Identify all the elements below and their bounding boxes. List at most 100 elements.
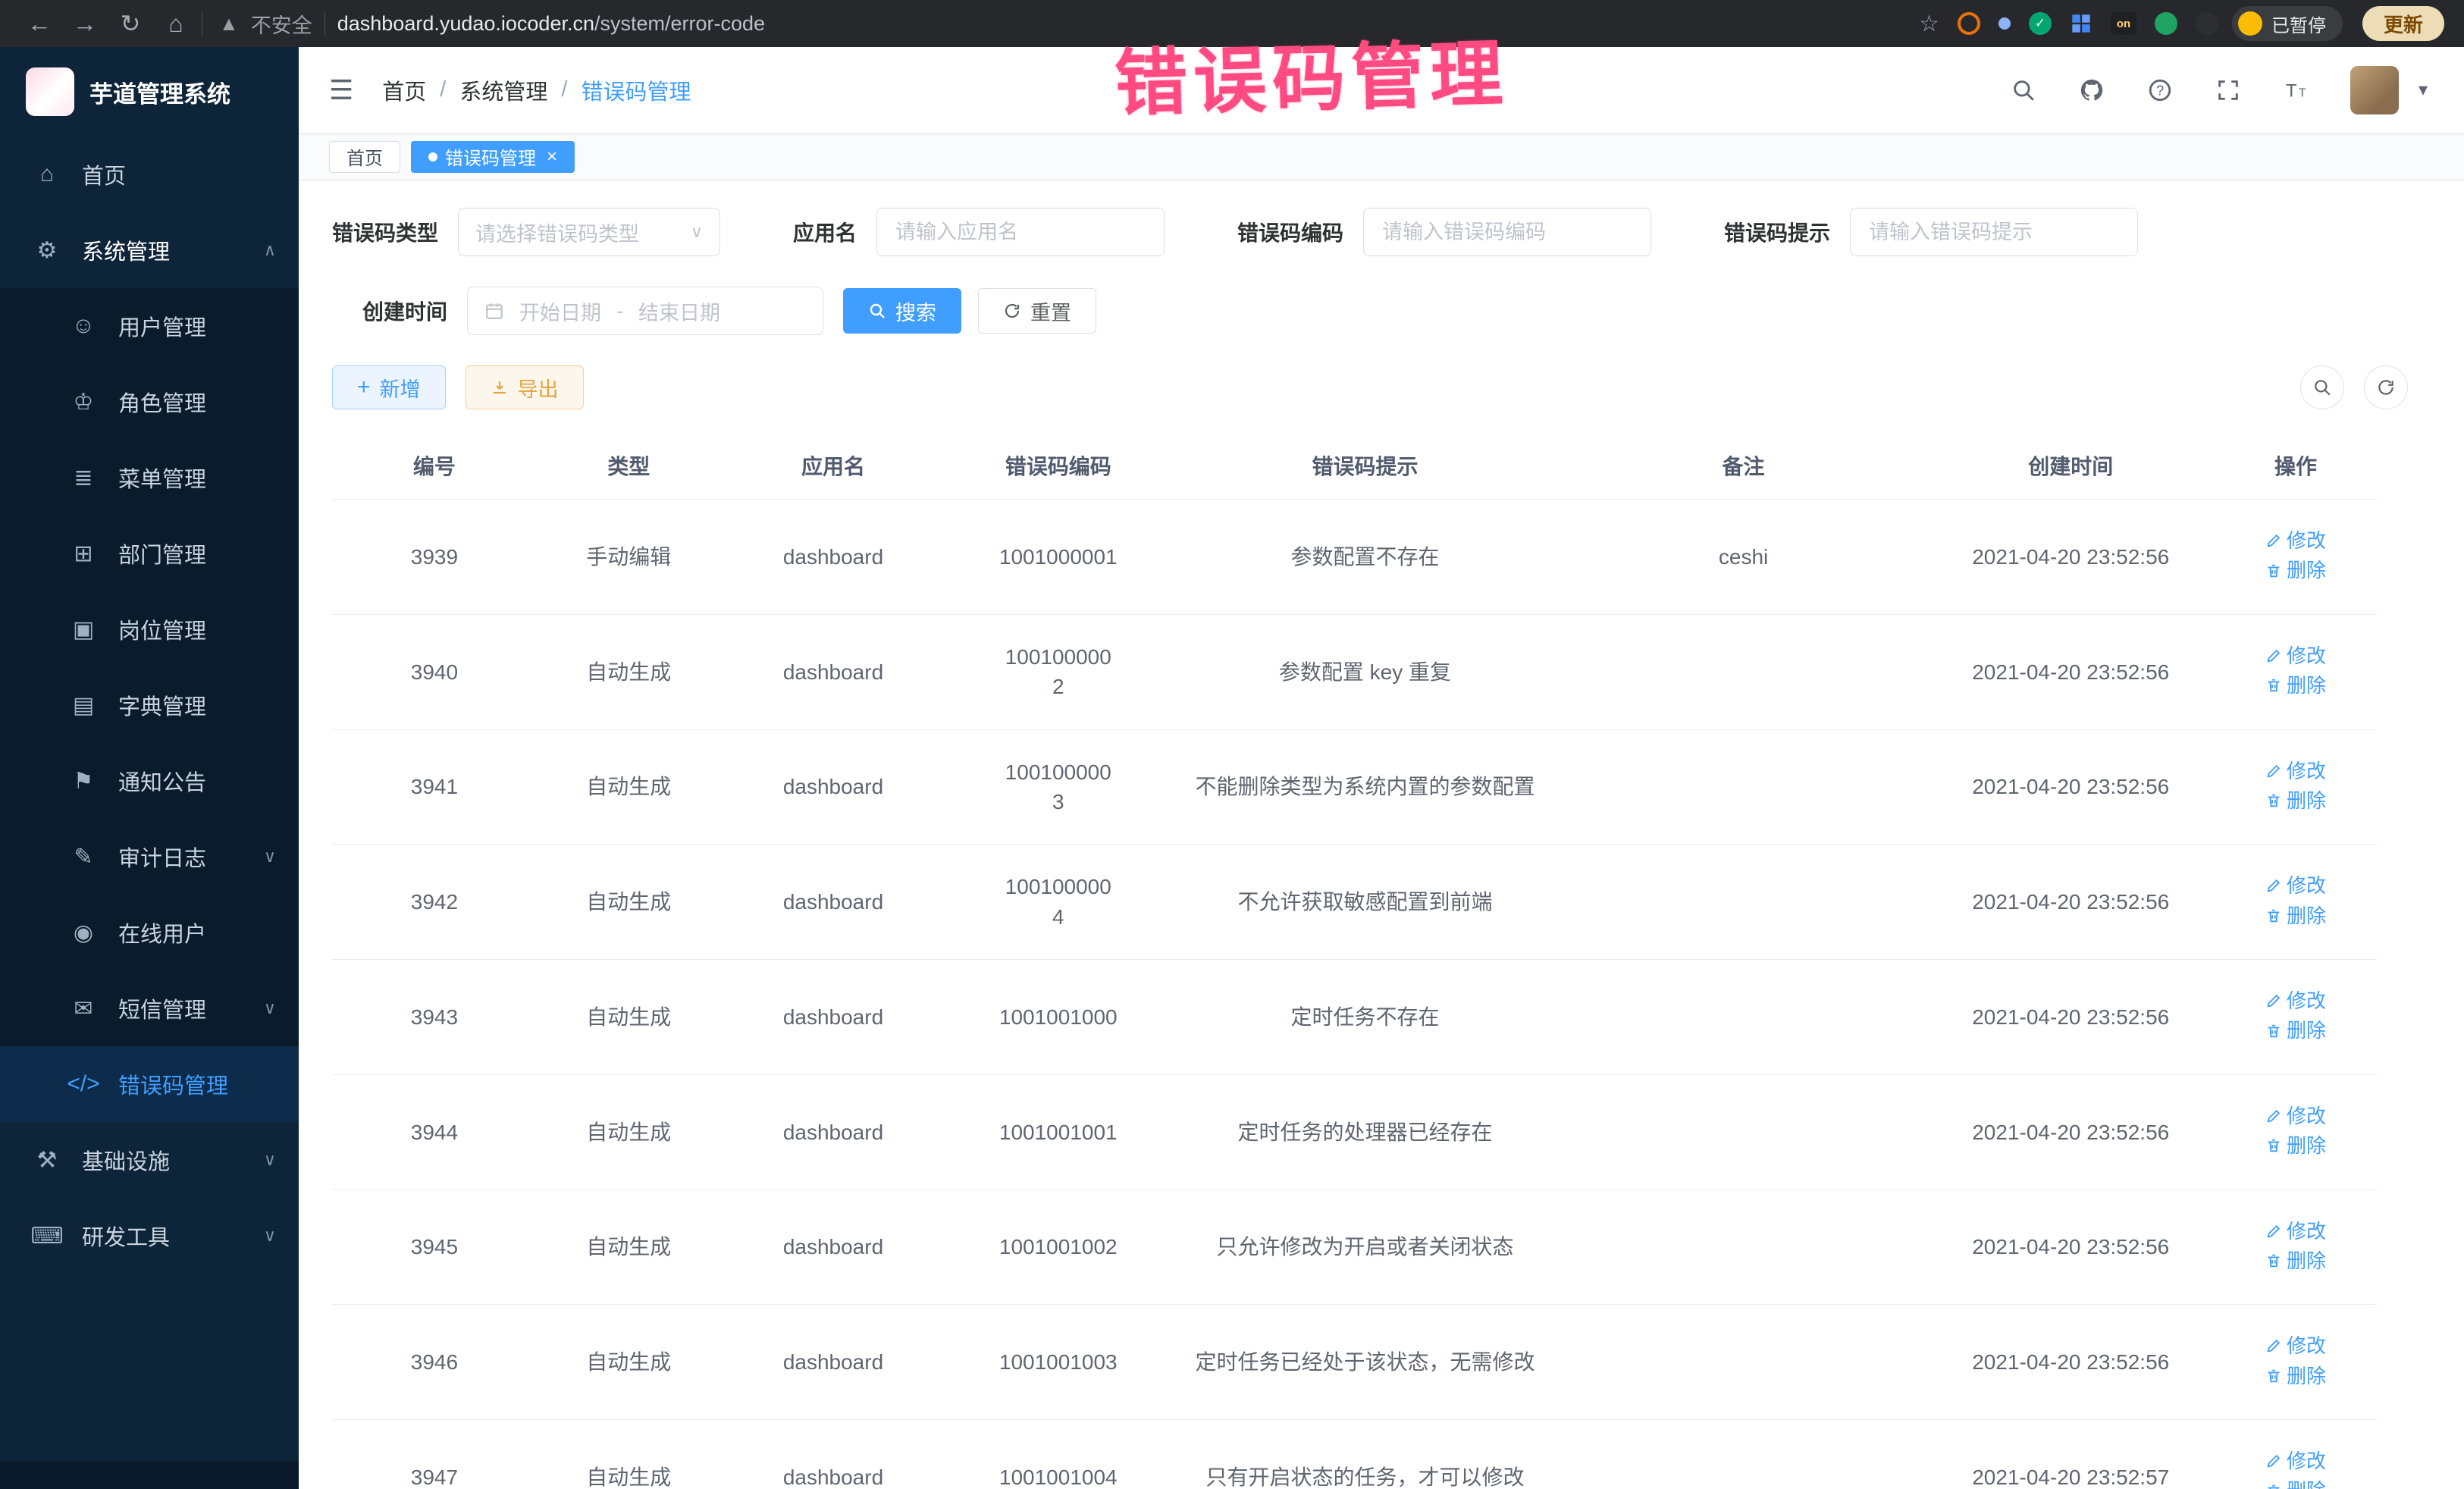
- delete-link[interactable]: 删除: [2265, 1247, 2326, 1274]
- sidebar-item-部门管理[interactable]: ⊞部门管理: [0, 516, 299, 591]
- sidebar-item-菜单管理[interactable]: ≣菜单管理: [0, 440, 299, 516]
- delete-link[interactable]: 删除: [2265, 672, 2326, 699]
- sidebar-item-角色管理[interactable]: ♔角色管理: [0, 364, 299, 440]
- sidebar-item-label: 字典管理: [118, 689, 206, 721]
- edit-link[interactable]: 修改: [2265, 757, 2326, 785]
- date-range-picker[interactable]: 开始日期 - 结束日期: [467, 287, 823, 335]
- sidebar-item-短信管理[interactable]: ✉短信管理∨: [0, 970, 299, 1046]
- edit-link[interactable]: 修改: [2265, 527, 2326, 554]
- search-icon: [868, 302, 886, 320]
- reload-icon[interactable]: ↻: [111, 9, 150, 38]
- extension-icon-4[interactable]: [2070, 12, 2093, 35]
- user-avatar[interactable]: [2350, 66, 2399, 114]
- code-icon: </>: [67, 1071, 100, 1097]
- bookmark-star-icon[interactable]: ☆: [1919, 11, 1939, 37]
- browser-update-button[interactable]: 更新: [2362, 6, 2444, 41]
- edit-link[interactable]: 修改: [2265, 1102, 2326, 1130]
- tab-home[interactable]: 首页: [329, 141, 400, 173]
- column-remark: 备注: [1560, 432, 1928, 500]
- security-label: 不安全: [251, 9, 312, 39]
- export-button[interactable]: 导出: [466, 365, 584, 409]
- delete-link[interactable]: 删除: [2265, 787, 2326, 814]
- search-icon[interactable]: [2009, 76, 2038, 105]
- forward-icon[interactable]: →: [65, 10, 105, 38]
- edit-link[interactable]: 修改: [2265, 1447, 2326, 1475]
- home-icon[interactable]: ⌂: [156, 10, 196, 38]
- collapse-sidebar-icon[interactable]: ☰: [329, 74, 353, 106]
- delete-link[interactable]: 删除: [2265, 1132, 2326, 1159]
- table-row: 3940自动生成dashboard100100000 2参数配置 key 重复2…: [332, 614, 2378, 729]
- edit-link[interactable]: 修改: [2265, 1332, 2326, 1359]
- breadcrumb-system[interactable]: 系统管理: [459, 74, 547, 106]
- sidebar-item-基础设施[interactable]: ⚒基础设施∨: [0, 1122, 299, 1198]
- edit-link[interactable]: 修改: [2265, 987, 2326, 1014]
- error-type-select[interactable]: 请选择错误码类型 ∨: [458, 208, 720, 256]
- audit-icon: ✎: [67, 844, 100, 870]
- sidebar-item-用户管理[interactable]: ☺用户管理: [0, 288, 299, 364]
- sidebar: 芋道管理系统 ⌂首页⚙系统管理∧☺用户管理♔角色管理≣菜单管理⊞部门管理▣岗位管…: [0, 47, 299, 1489]
- sidebar-item-label: 基础设施: [82, 1144, 170, 1176]
- error-code-input[interactable]: [1363, 208, 1651, 256]
- logo-row[interactable]: 芋道管理系统: [0, 47, 299, 136]
- header-actions: ? TT ▾: [2009, 66, 2428, 114]
- cell-remark: [1560, 960, 1928, 1075]
- refresh-table-button[interactable]: [2364, 365, 2408, 409]
- back-icon[interactable]: ←: [20, 10, 59, 38]
- help-icon[interactable]: ?: [2146, 76, 2174, 105]
- extension-icon-5[interactable]: on: [2111, 12, 2136, 35]
- cell-actions: 修改删除: [2214, 960, 2378, 1075]
- extension-icon-2[interactable]: [1998, 17, 2011, 30]
- extension-icon-6[interactable]: [2155, 12, 2177, 35]
- delete-link[interactable]: 删除: [2265, 556, 2326, 584]
- chevron-down-icon[interactable]: ▾: [2419, 79, 2428, 101]
- cell-type: 自动生成: [537, 1305, 721, 1420]
- search-button[interactable]: 搜索: [843, 288, 961, 334]
- start-date-placeholder: 开始日期: [519, 296, 601, 326]
- add-button[interactable]: + 新增: [332, 365, 446, 409]
- sidebar-item-label: 角色管理: [118, 386, 206, 418]
- edit-link[interactable]: 修改: [2265, 872, 2326, 899]
- sidebar-item-审计日志[interactable]: ✎审计日志∨: [0, 819, 299, 895]
- delete-link[interactable]: 删除: [2265, 1017, 2326, 1044]
- main-header: ☰ 首页 / 系统管理 / 错误码管理 ?: [299, 47, 2464, 133]
- address-bar[interactable]: ▲ 不安全 dashboard.yudao.iocoder.cn/system/…: [219, 9, 1913, 39]
- delete-link[interactable]: 删除: [2265, 902, 2326, 929]
- extension-icon-1[interactable]: [1958, 12, 1980, 35]
- github-icon[interactable]: [2077, 76, 2106, 105]
- sidebar-item-通知公告[interactable]: ⚑通知公告: [0, 743, 299, 819]
- sidebar-footer[interactable]: [0, 1462, 299, 1489]
- browser-profile-badge[interactable]: 已暂停: [2232, 6, 2343, 41]
- sidebar-item-错误码管理[interactable]: </>错误码管理: [0, 1046, 299, 1122]
- extension-icon-3[interactable]: ✓: [2029, 12, 2052, 35]
- reset-button[interactable]: 重置: [978, 288, 1096, 334]
- close-icon[interactable]: ×: [547, 146, 557, 168]
- breadcrumb-home[interactable]: 首页: [382, 74, 426, 106]
- sidebar-item-在线用户[interactable]: ◉在线用户: [0, 895, 299, 970]
- edit-link[interactable]: 修改: [2265, 642, 2326, 669]
- sidebar-item-岗位管理[interactable]: ▣岗位管理: [0, 591, 299, 667]
- delete-link[interactable]: 删除: [2265, 1477, 2326, 1489]
- cell-hint: 定时任务已经处于该状态，无需修改: [1171, 1305, 1560, 1420]
- select-placeholder: 请选择错误码类型: [475, 218, 639, 247]
- extension-icon-7[interactable]: [2196, 12, 2218, 35]
- sidebar-item-首页[interactable]: ⌂首页: [0, 136, 299, 212]
- notice-icon: ⚑: [67, 768, 100, 795]
- cell-actions: 修改删除: [2214, 614, 2378, 729]
- font-size-icon[interactable]: TT: [2282, 76, 2311, 105]
- sidebar-item-label: 研发工具: [82, 1220, 170, 1252]
- edit-link[interactable]: 修改: [2265, 1218, 2326, 1245]
- sidebar-item-label: 首页: [82, 158, 126, 190]
- error-hint-input[interactable]: [1850, 208, 2138, 256]
- delete-link[interactable]: 删除: [2265, 1362, 2326, 1390]
- cell-code: 100100000 3: [945, 729, 1171, 845]
- show-search-icon-button[interactable]: [2300, 365, 2344, 409]
- cell-remark: ceshi: [1560, 500, 1928, 615]
- sidebar-item-研发工具[interactable]: ⌨研发工具∨: [0, 1198, 299, 1274]
- sidebar-item-系统管理[interactable]: ⚙系统管理∧: [0, 212, 299, 288]
- tab-error-code[interactable]: 错误码管理 ×: [411, 141, 575, 173]
- url-host: dashboard.yudao.iocoder.cn: [337, 12, 594, 35]
- sidebar-item-字典管理[interactable]: ▤字典管理: [0, 667, 299, 743]
- cell-type: 自动生成: [537, 845, 721, 960]
- app-name-input[interactable]: [876, 208, 1165, 256]
- fullscreen-icon[interactable]: [2214, 76, 2243, 105]
